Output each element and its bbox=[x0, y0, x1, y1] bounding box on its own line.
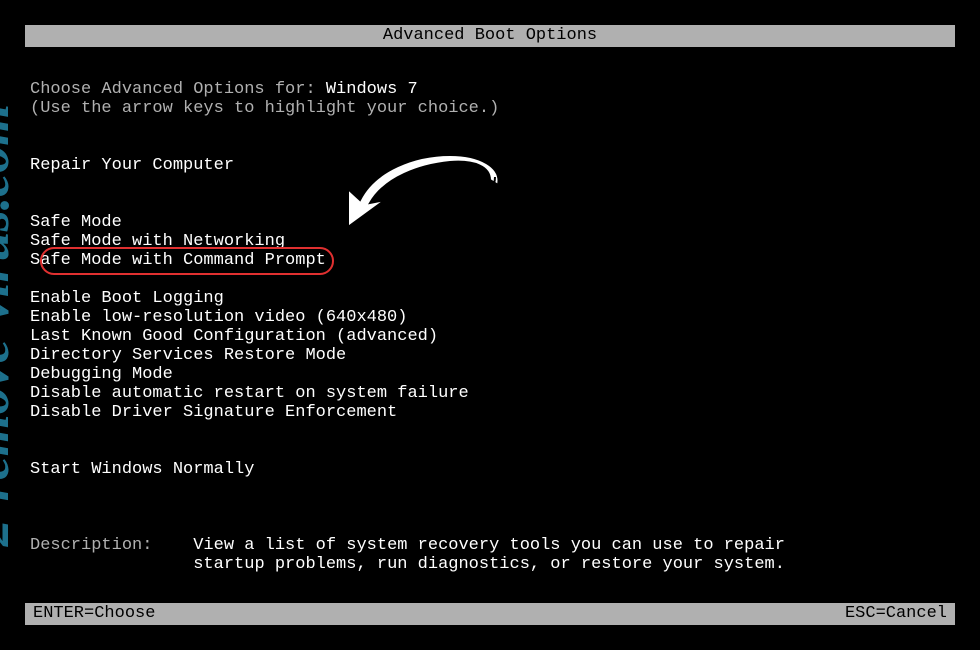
menu-repair-your-computer[interactable]: Repair Your Computer bbox=[30, 156, 234, 175]
hint-line: (Use the arrow keys to highlight your ch… bbox=[30, 99, 950, 118]
description-line-2: startup problems, run diagnostics, or re… bbox=[30, 555, 950, 574]
menu-ds-restore[interactable]: Directory Services Restore Mode bbox=[30, 346, 346, 365]
menu-start-windows-normally[interactable]: Start Windows Normally bbox=[30, 460, 254, 479]
menu-safe-mode-command-prompt[interactable]: Safe Mode with Command Prompt bbox=[30, 251, 326, 270]
menu-low-res-video[interactable]: Enable low-resolution video (640x480) bbox=[30, 308, 407, 327]
footer-enter-hint: ENTER=Choose bbox=[33, 603, 155, 625]
menu-last-known-good[interactable]: Last Known Good Configuration (advanced) bbox=[30, 327, 438, 346]
footer-bar: ENTER=Choose ESC=Cancel bbox=[25, 603, 955, 625]
title-bar: Advanced Boot Options bbox=[25, 25, 955, 47]
footer-esc-hint: ESC=Cancel bbox=[845, 603, 947, 625]
menu-disable-auto-restart[interactable]: Disable automatic restart on system fail… bbox=[30, 384, 469, 403]
choose-line: Choose Advanced Options for: Windows 7 bbox=[30, 80, 950, 99]
menu-safe-mode[interactable]: Safe Mode bbox=[30, 213, 122, 232]
menu-safe-mode-networking[interactable]: Safe Mode with Networking bbox=[30, 232, 285, 251]
os-name: Windows 7 bbox=[326, 80, 418, 99]
boot-menu-content: Choose Advanced Options for: Windows 7 (… bbox=[30, 80, 950, 574]
menu-disable-driver-sig[interactable]: Disable Driver Signature Enforcement bbox=[30, 403, 397, 422]
watermark: 2-remove-virus.com bbox=[0, 0, 21, 325]
menu-debugging-mode[interactable]: Debugging Mode bbox=[30, 365, 173, 384]
description-line-1: Description: View a list of system recov… bbox=[30, 536, 950, 555]
menu-enable-boot-logging[interactable]: Enable Boot Logging bbox=[30, 289, 224, 308]
page-title: Advanced Boot Options bbox=[383, 26, 597, 45]
